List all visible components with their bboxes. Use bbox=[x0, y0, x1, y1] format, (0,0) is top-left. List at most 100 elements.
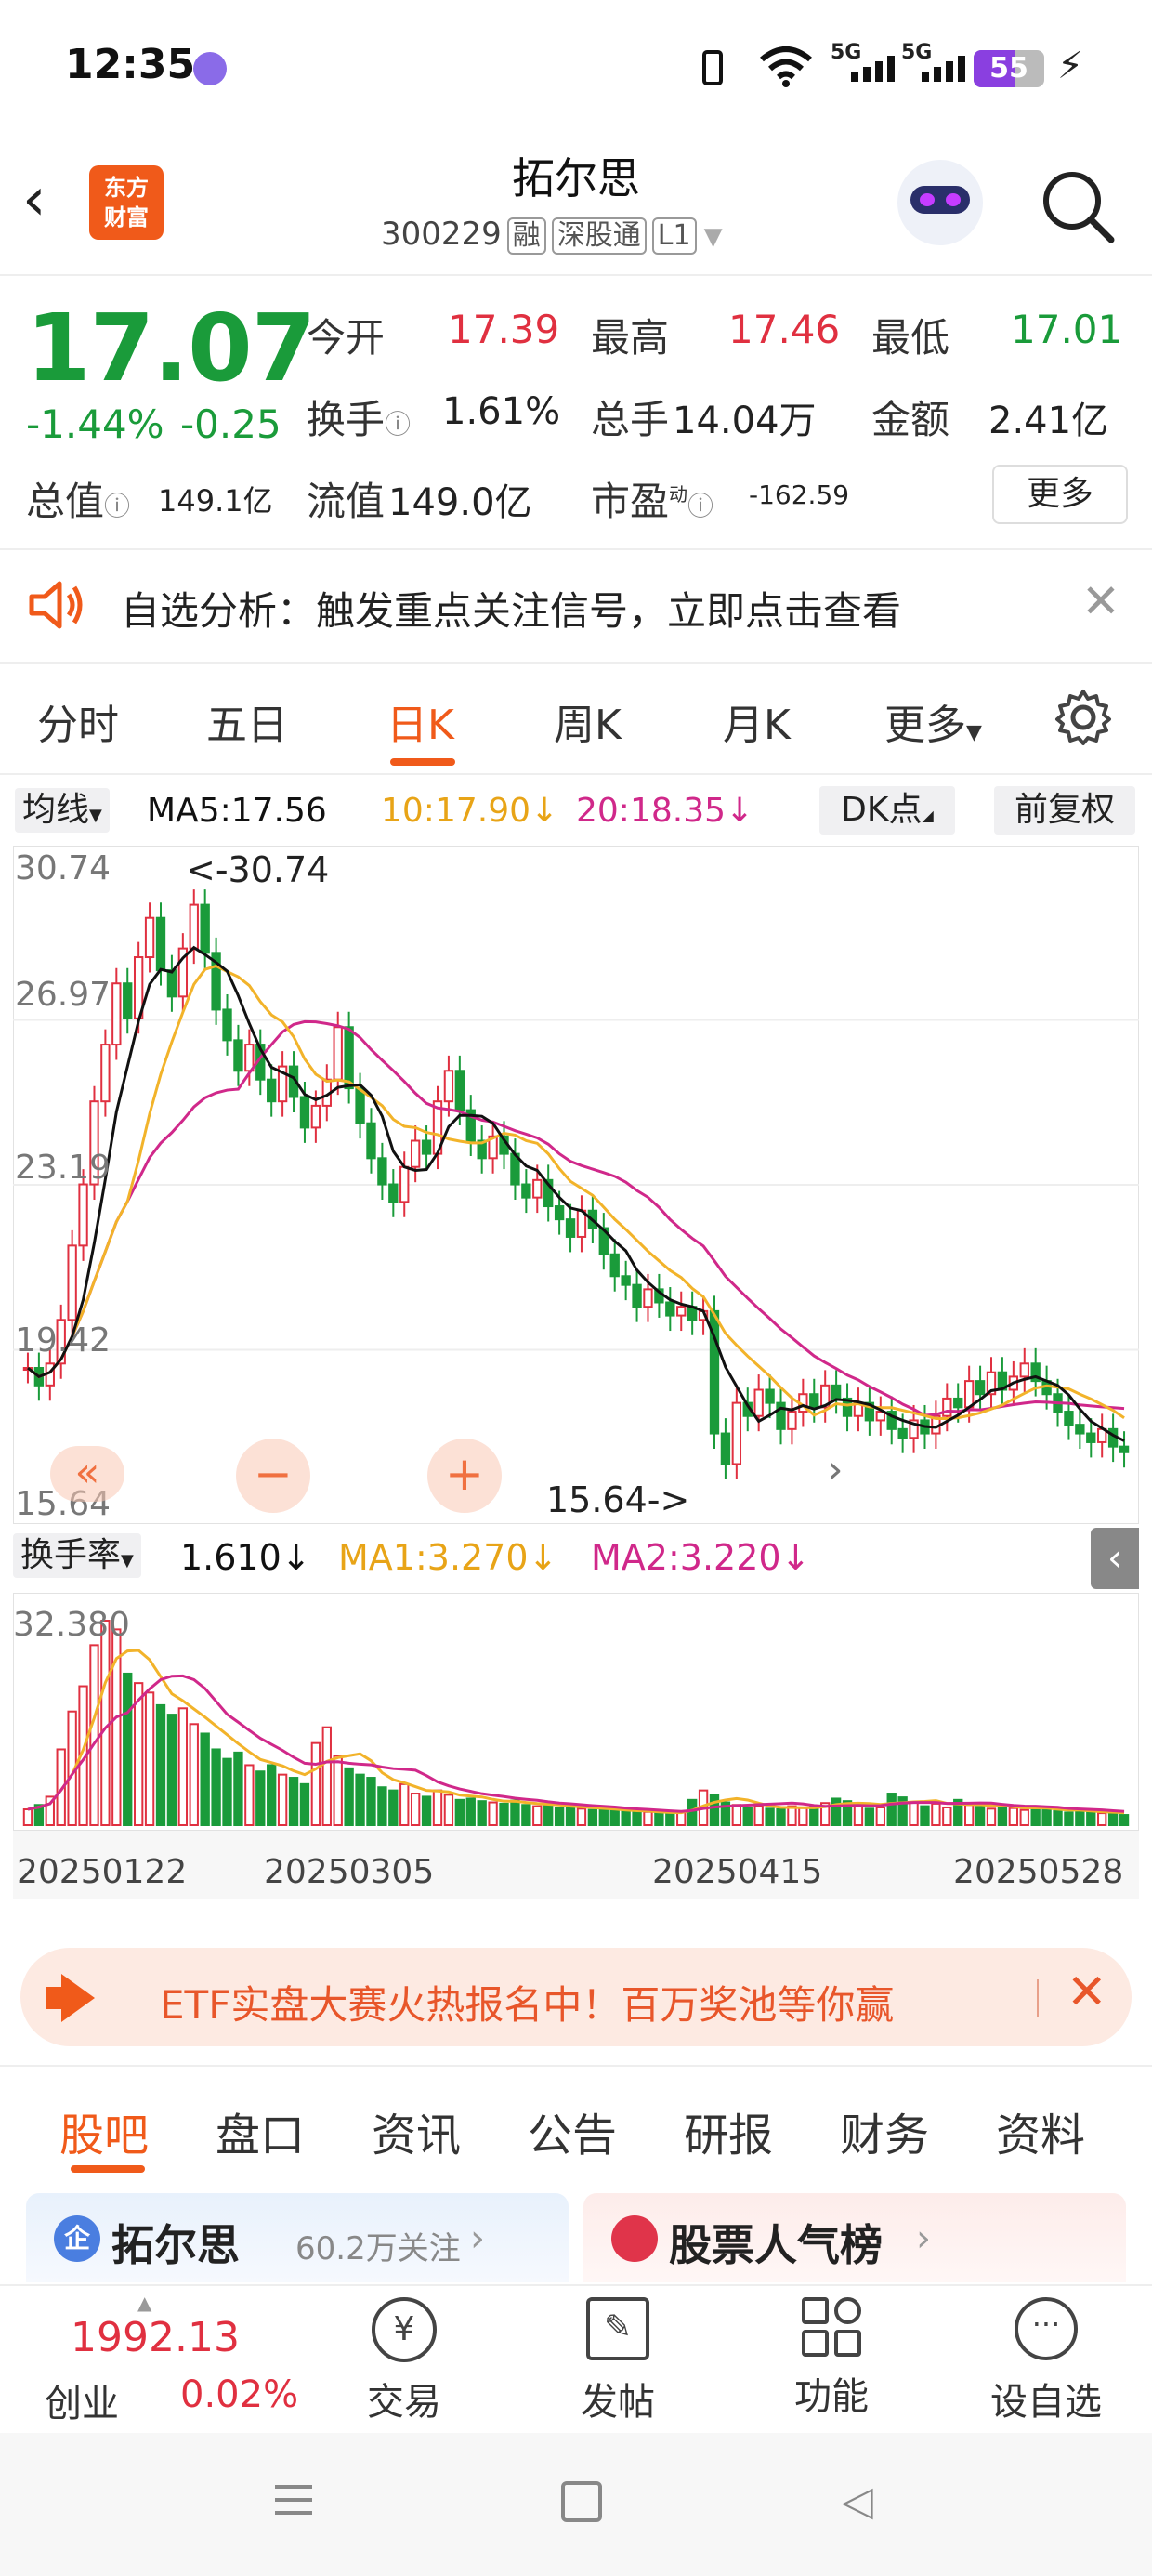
candle-body bbox=[963, 1380, 975, 1409]
close-icon[interactable]: ✕ bbox=[1081, 574, 1120, 628]
settings-gear-icon[interactable] bbox=[1054, 688, 1113, 747]
candle-body bbox=[366, 1122, 376, 1160]
search-icon[interactable] bbox=[1039, 167, 1117, 245]
candle-body bbox=[521, 1183, 531, 1199]
tab-intraday[interactable]: 分时 bbox=[37, 691, 119, 751]
dk-point-button[interactable]: DK点◢ bbox=[819, 786, 955, 835]
candle-body bbox=[388, 1183, 399, 1203]
more-button[interactable]: 更多 bbox=[992, 465, 1128, 524]
etf-ad-banner[interactable]: ETF实盘大赛火热报名中！百万奖池等你赢 ✕ bbox=[20, 1948, 1132, 2046]
info-icon[interactable]: ⓘ bbox=[385, 409, 411, 440]
level-tag: L1 bbox=[651, 217, 697, 255]
kline-chart[interactable] bbox=[13, 846, 1139, 1524]
candle-body bbox=[787, 1411, 797, 1430]
low-label: 最低 bbox=[871, 315, 950, 361]
turnover-bar bbox=[211, 1748, 221, 1826]
ma20-text: 20:18.35 bbox=[576, 792, 726, 830]
menu-icon[interactable] bbox=[275, 2485, 312, 2515]
y-label-3: 23.19 bbox=[15, 1149, 111, 1187]
collapse-side-icon[interactable]: ‹ bbox=[1091, 1528, 1139, 1589]
float-value: 149.0亿 bbox=[388, 481, 532, 524]
turnover-bar bbox=[443, 1794, 454, 1827]
change-percent: -1.44% bbox=[26, 401, 164, 447]
trade-button[interactable]: ¥ 交易 bbox=[353, 2297, 455, 2427]
popularity-card[interactable]: 股票人气榜 › bbox=[583, 2193, 1126, 2282]
turnover-bar bbox=[1041, 1808, 1052, 1826]
scroll-left-icon[interactable]: « bbox=[50, 1446, 124, 1502]
turnover-bar bbox=[831, 1797, 842, 1826]
turnover-bar bbox=[1075, 1808, 1085, 1826]
turnover-bar bbox=[997, 1804, 1008, 1827]
volume-label: 总手 bbox=[591, 397, 670, 442]
add-watchlist-button[interactable]: ··· 设自选 bbox=[981, 2297, 1111, 2427]
candle-body bbox=[831, 1384, 842, 1400]
signal-2-icon: 5G bbox=[901, 43, 965, 82]
ma5-value: MA5:17.56 bbox=[147, 792, 327, 830]
tab-announcements[interactable]: 公告 bbox=[528, 2098, 617, 2163]
tab-monthly-k[interactable]: 月K bbox=[723, 691, 791, 751]
stock-code-line[interactable]: 300229 融深股通 L1 ▼ bbox=[381, 216, 723, 255]
indicator-selector[interactable]: 换手率▼ bbox=[13, 1533, 141, 1578]
turnover-bar bbox=[244, 1764, 255, 1826]
turnover-bar bbox=[321, 1726, 332, 1826]
info-icon[interactable]: ⓘ bbox=[687, 491, 713, 521]
ad-text: ETF实盘大赛火热报名中！百万奖池等你赢 bbox=[160, 1982, 895, 2028]
enterprise-icon: 企 bbox=[54, 2215, 100, 2262]
turnover-bar bbox=[875, 1806, 885, 1826]
ma-selector[interactable]: 均线▼ bbox=[15, 788, 110, 833]
adjust-button[interactable]: 前复权 bbox=[994, 786, 1135, 835]
tab-forum[interactable]: 股吧 bbox=[59, 2098, 149, 2163]
turnover-bar bbox=[465, 1797, 476, 1826]
zoom-out-icon[interactable]: − bbox=[236, 1439, 310, 1513]
tab-weekly-k[interactable]: 周K bbox=[554, 691, 622, 751]
turnover-bar bbox=[742, 1806, 753, 1826]
candle-body bbox=[377, 1157, 387, 1186]
turnover-ma2-text: MA2:3.220 bbox=[591, 1537, 781, 1578]
turnover-chart[interactable] bbox=[13, 1593, 1139, 1831]
functions-button[interactable]: 功能 bbox=[780, 2297, 883, 2427]
system-nav-bar: ◁ bbox=[0, 2433, 1152, 2576]
divider bbox=[0, 773, 1152, 775]
tab-research[interactable]: 研报 bbox=[684, 2098, 773, 2163]
ad-close-icon[interactable]: ✕ bbox=[1067, 1965, 1107, 2020]
tab-five-day[interactable]: 五日 bbox=[206, 691, 288, 751]
index-value[interactable]: 1992.13 bbox=[71, 2314, 240, 2361]
turnover-bar bbox=[576, 1807, 587, 1827]
home-icon[interactable] bbox=[561, 2481, 602, 2522]
stock-forum-card[interactable]: 企 拓尔思 60.2万关注 › bbox=[26, 2193, 569, 2282]
turnover-bar bbox=[432, 1789, 443, 1827]
index-name[interactable]: 创业 bbox=[45, 2373, 119, 2427]
tab-orderbook[interactable]: 盘口 bbox=[216, 2098, 305, 2163]
candle-body bbox=[621, 1275, 631, 1286]
amount-label: 金额 bbox=[871, 397, 950, 442]
tab-daily-k[interactable]: 日K bbox=[386, 691, 454, 751]
notice-text: 自选分析：触发重点关注信号，立即点击查看 bbox=[121, 588, 902, 634]
turnover-bar bbox=[166, 1714, 177, 1826]
candle-body bbox=[443, 1070, 454, 1103]
date-label-3: 20250415 bbox=[652, 1853, 823, 1891]
tab-profile[interactable]: 资料 bbox=[996, 2098, 1085, 2163]
post-button[interactable]: ✎ 发帖 bbox=[567, 2297, 669, 2427]
down-arrow-icon: ↓ bbox=[530, 792, 559, 830]
y-label-4: 19.42 bbox=[15, 1321, 111, 1360]
next-arrow-icon[interactable]: › bbox=[827, 1446, 844, 1493]
candle-body bbox=[123, 982, 133, 1019]
robot-assistant-icon[interactable] bbox=[897, 160, 983, 245]
caret-down-icon: ▼ bbox=[89, 806, 102, 825]
turnover-bar bbox=[189, 1723, 199, 1826]
index-change[interactable]: 0.02% bbox=[180, 2373, 298, 2416]
megaphone-icon bbox=[46, 1972, 98, 2024]
info-icon[interactable]: ⓘ bbox=[104, 491, 130, 521]
tab-financials[interactable]: 财务 bbox=[840, 2098, 929, 2163]
mktcap-label: 总值ⓘ bbox=[26, 470, 130, 527]
tab-news[interactable]: 资讯 bbox=[372, 2098, 461, 2163]
candle-body bbox=[897, 1427, 908, 1439]
candle-body bbox=[1019, 1362, 1029, 1378]
zoom-in-icon[interactable]: + bbox=[427, 1439, 502, 1513]
tab-more[interactable]: 更多▼ bbox=[884, 691, 982, 751]
back-nav-icon[interactable]: ◁ bbox=[842, 2477, 873, 2525]
analysis-notice[interactable]: 自选分析：触发重点关注信号，立即点击查看 ✕ bbox=[0, 550, 1152, 662]
candle-body bbox=[421, 1139, 432, 1155]
app-notification-icon bbox=[193, 52, 227, 85]
date-label-1: 20250122 bbox=[17, 1853, 188, 1891]
